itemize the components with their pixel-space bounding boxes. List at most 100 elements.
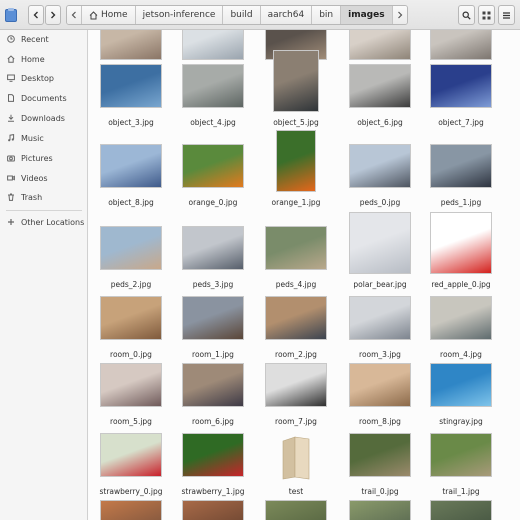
sidebar-item-documents[interactable]: Documents xyxy=(0,89,88,107)
thumbnail-image xyxy=(100,296,162,340)
search-button[interactable] xyxy=(458,5,475,25)
file-name-label: room_7.jpg xyxy=(275,417,317,426)
thumbnail-image xyxy=(265,226,327,270)
thumbnail-image xyxy=(430,144,492,188)
thumbnail-image xyxy=(100,64,162,108)
sidebar-item-pictures[interactable]: Pictures xyxy=(0,149,88,167)
view-toggle-button[interactable] xyxy=(478,5,495,25)
crumb-label: bin xyxy=(319,10,334,20)
thumbnail-image xyxy=(100,226,162,270)
files-app-icon xyxy=(5,8,17,22)
file-name-label: stingray.jpg xyxy=(439,417,483,426)
thumbnail-image xyxy=(349,64,411,108)
thumbnail-image[interactable] xyxy=(265,500,327,520)
sidebar-item-recent[interactable]: Recent xyxy=(0,30,88,48)
thumbnail-image xyxy=(182,30,244,60)
sidebar-item-label: Home xyxy=(21,54,45,64)
home-icon xyxy=(89,10,98,19)
clock-icon xyxy=(7,35,15,43)
download-icon xyxy=(8,114,14,122)
header-bar: Home jetson-inference build aarch64 bin … xyxy=(0,0,520,30)
file-name-label: room_3.jpg xyxy=(359,350,401,359)
thumbnail-image xyxy=(182,296,244,340)
home-icon xyxy=(7,55,15,63)
sidebar-item-label: Recent xyxy=(21,34,49,44)
sidebar-item-home[interactable]: Home xyxy=(0,50,88,68)
file-name-label: polar_bear.jpg xyxy=(353,280,407,289)
file-name-label: object_5.jpg xyxy=(273,118,319,127)
thumbnail-image xyxy=(100,363,162,407)
thumbnail-image xyxy=(430,363,492,407)
path-scroll-left-button[interactable] xyxy=(67,6,82,24)
crumb-images[interactable]: images xyxy=(341,6,393,24)
crumb-bin[interactable]: bin xyxy=(312,6,342,24)
forward-button[interactable] xyxy=(45,5,61,25)
file-name-label: orange_0.jpg xyxy=(188,198,238,207)
thumbnail-image xyxy=(265,296,327,340)
thumbnail-image xyxy=(182,433,244,477)
file-name-label: object_4.jpg xyxy=(190,118,236,127)
file-name-label: peds_2.jpg xyxy=(110,280,152,289)
chevron-left-icon xyxy=(33,11,38,19)
file-name-label: room_6.jpg xyxy=(192,417,234,426)
menu-button[interactable] xyxy=(498,5,515,25)
file-name-label: peds_1.jpg xyxy=(440,198,482,207)
chevron-right-icon xyxy=(397,11,402,19)
thumbnail-image xyxy=(182,363,244,407)
thumbnail-image xyxy=(265,363,327,407)
crumb-label: aarch64 xyxy=(267,10,305,20)
file-name-label: object_6.jpg xyxy=(357,118,403,127)
file-name-label: room_0.jpg xyxy=(110,350,152,359)
desktop-icon xyxy=(7,74,15,82)
file-name-label: peds_0.jpg xyxy=(359,198,401,207)
thumbnail-image[interactable] xyxy=(349,500,411,520)
plus-icon xyxy=(8,219,14,225)
hamburger-menu-icon xyxy=(503,11,510,19)
file-name-label: room_5.jpg xyxy=(110,417,152,426)
crumb-label: Home xyxy=(101,10,128,20)
sidebar-item-downloads[interactable]: Downloads xyxy=(0,109,88,127)
thumbnail-image xyxy=(273,50,319,112)
thumbnail-image xyxy=(430,30,492,60)
file-name-label: object_3.jpg xyxy=(108,118,154,127)
thumbnail-image[interactable] xyxy=(430,500,492,520)
thumbnail-image xyxy=(430,64,492,108)
sidebar-item-desktop[interactable]: Desktop xyxy=(0,69,88,87)
music-icon xyxy=(8,134,15,142)
sidebar-item-label: Trash xyxy=(21,192,43,202)
thumbnail-image xyxy=(182,144,244,188)
thumbnail-image xyxy=(100,30,162,60)
crumb-jetson-inference[interactable]: jetson-inference xyxy=(135,6,224,24)
sidebar-item-label: Music xyxy=(21,133,44,143)
grid-view-icon xyxy=(482,11,491,19)
chevron-right-icon xyxy=(51,11,56,19)
path-bar: Home jetson-inference build aarch64 bin … xyxy=(66,5,408,25)
file-name-label: trail_1.jpg xyxy=(442,487,480,496)
thumbnail-image xyxy=(349,212,411,274)
document-icon xyxy=(8,94,14,102)
path-scroll-right-button[interactable] xyxy=(392,6,407,24)
sidebar-item-label: Videos xyxy=(21,173,48,183)
file-name-label: peds_3.jpg xyxy=(192,280,234,289)
video-icon xyxy=(7,175,15,181)
thumbnail-image xyxy=(100,433,162,477)
sidebar-item-music[interactable]: Music xyxy=(0,129,88,147)
sidebar-item-label: Desktop xyxy=(21,73,54,83)
thumbnail-image[interactable] xyxy=(100,500,162,520)
thumbnail-image xyxy=(349,30,411,60)
sidebar-item-videos[interactable]: Videos xyxy=(0,169,88,187)
crumb-build[interactable]: build xyxy=(223,6,261,24)
sidebar-item-other-locations[interactable]: Other Locations xyxy=(0,213,88,231)
crumb-aarch64[interactable]: aarch64 xyxy=(260,6,313,24)
sidebar-item-trash[interactable]: Trash xyxy=(0,188,88,206)
crumb-home[interactable]: Home xyxy=(82,6,136,24)
thumbnail-image xyxy=(182,64,244,108)
thumbnail-image[interactable] xyxy=(182,500,244,520)
back-button[interactable] xyxy=(28,5,44,25)
file-name-label: room_2.jpg xyxy=(275,350,317,359)
crumb-label: images xyxy=(348,10,385,20)
thumbnail-image xyxy=(100,144,162,188)
file-grid: humans_9.jpgjellyfish.jpgobject_0.jpgobj… xyxy=(89,30,520,520)
thumbnail-image xyxy=(276,130,316,192)
thumbnail-image xyxy=(349,363,411,407)
